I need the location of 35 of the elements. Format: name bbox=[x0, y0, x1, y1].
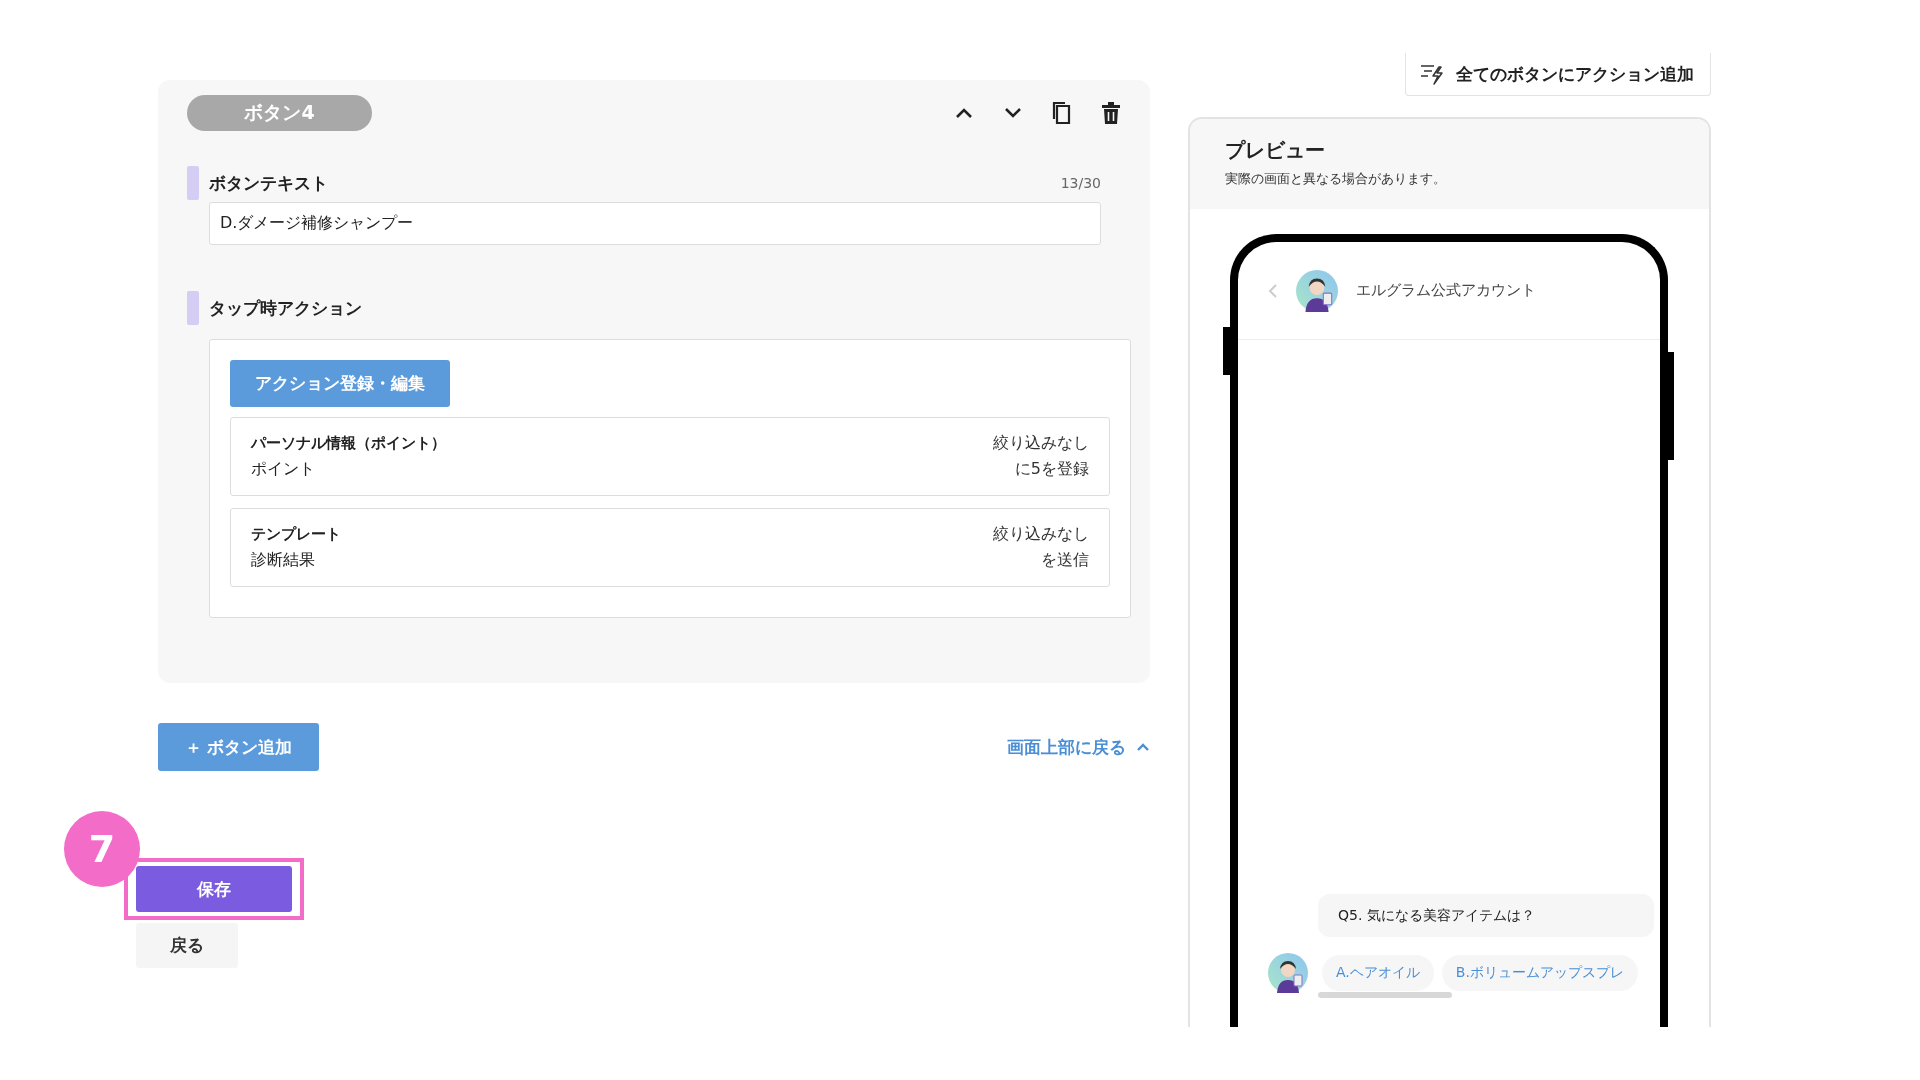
filter-text: 絞り込みなし bbox=[993, 523, 1089, 545]
character-counter: 13/30 bbox=[1060, 175, 1101, 191]
action-target: ポイント bbox=[251, 458, 316, 480]
field-label: ボタンテキスト bbox=[209, 171, 329, 195]
filter-text: 絞り込みなし bbox=[993, 432, 1089, 454]
action-type: パーソナル情報（ポイント） bbox=[251, 433, 446, 454]
action-result: を送信 bbox=[1040, 549, 1089, 571]
text-input-field[interactable]: D.ダメージ補修シャンプー bbox=[209, 202, 1101, 245]
field-label: タップ時アクション bbox=[209, 296, 363, 320]
avatar-icon bbox=[1268, 953, 1308, 993]
action-target: 診断結果 bbox=[251, 549, 316, 571]
message-bubble: Q5. 気になる美容アイテムは？ bbox=[1318, 894, 1654, 937]
section-marker bbox=[187, 166, 199, 200]
action-result: に5を登録 bbox=[1013, 458, 1089, 480]
back-to-top-link[interactable]: 画面上部に戻る bbox=[1007, 735, 1126, 759]
preview-note: 実際の画面と異なる場合があります。 bbox=[1225, 170, 1447, 188]
account-name: エルグラム公式アカウント bbox=[1356, 281, 1536, 300]
add-action-all-button[interactable]: 全てのボタンにアクション追加 bbox=[1405, 53, 1711, 96]
section-marker bbox=[187, 291, 199, 325]
chevron-down-icon[interactable] bbox=[1003, 106, 1023, 120]
avatar-icon bbox=[1296, 269, 1338, 312]
action-type: テンプレート bbox=[251, 524, 341, 545]
button-label-badge: ボタン4 bbox=[187, 95, 372, 131]
save-button[interactable]: 保存 bbox=[136, 866, 292, 912]
lightning-list-icon bbox=[1420, 63, 1444, 85]
chevron-up-icon[interactable] bbox=[954, 106, 974, 120]
quick-reply-button[interactable]: B.ボリュームアップスプレ bbox=[1441, 955, 1638, 991]
preview-title: プレビュー bbox=[1225, 137, 1326, 164]
back-button[interactable]: 戻る bbox=[136, 923, 238, 968]
quick-reply-button[interactable]: A.ヘアオイル bbox=[1322, 955, 1434, 991]
copy-icon[interactable] bbox=[1052, 101, 1072, 125]
step-badge: 7 bbox=[64, 811, 140, 887]
trash-icon[interactable] bbox=[1101, 101, 1121, 125]
edit-action-button[interactable]: アクション登録・編集 bbox=[230, 360, 450, 407]
add-button[interactable]: ＋ ボタン追加 bbox=[158, 723, 319, 771]
